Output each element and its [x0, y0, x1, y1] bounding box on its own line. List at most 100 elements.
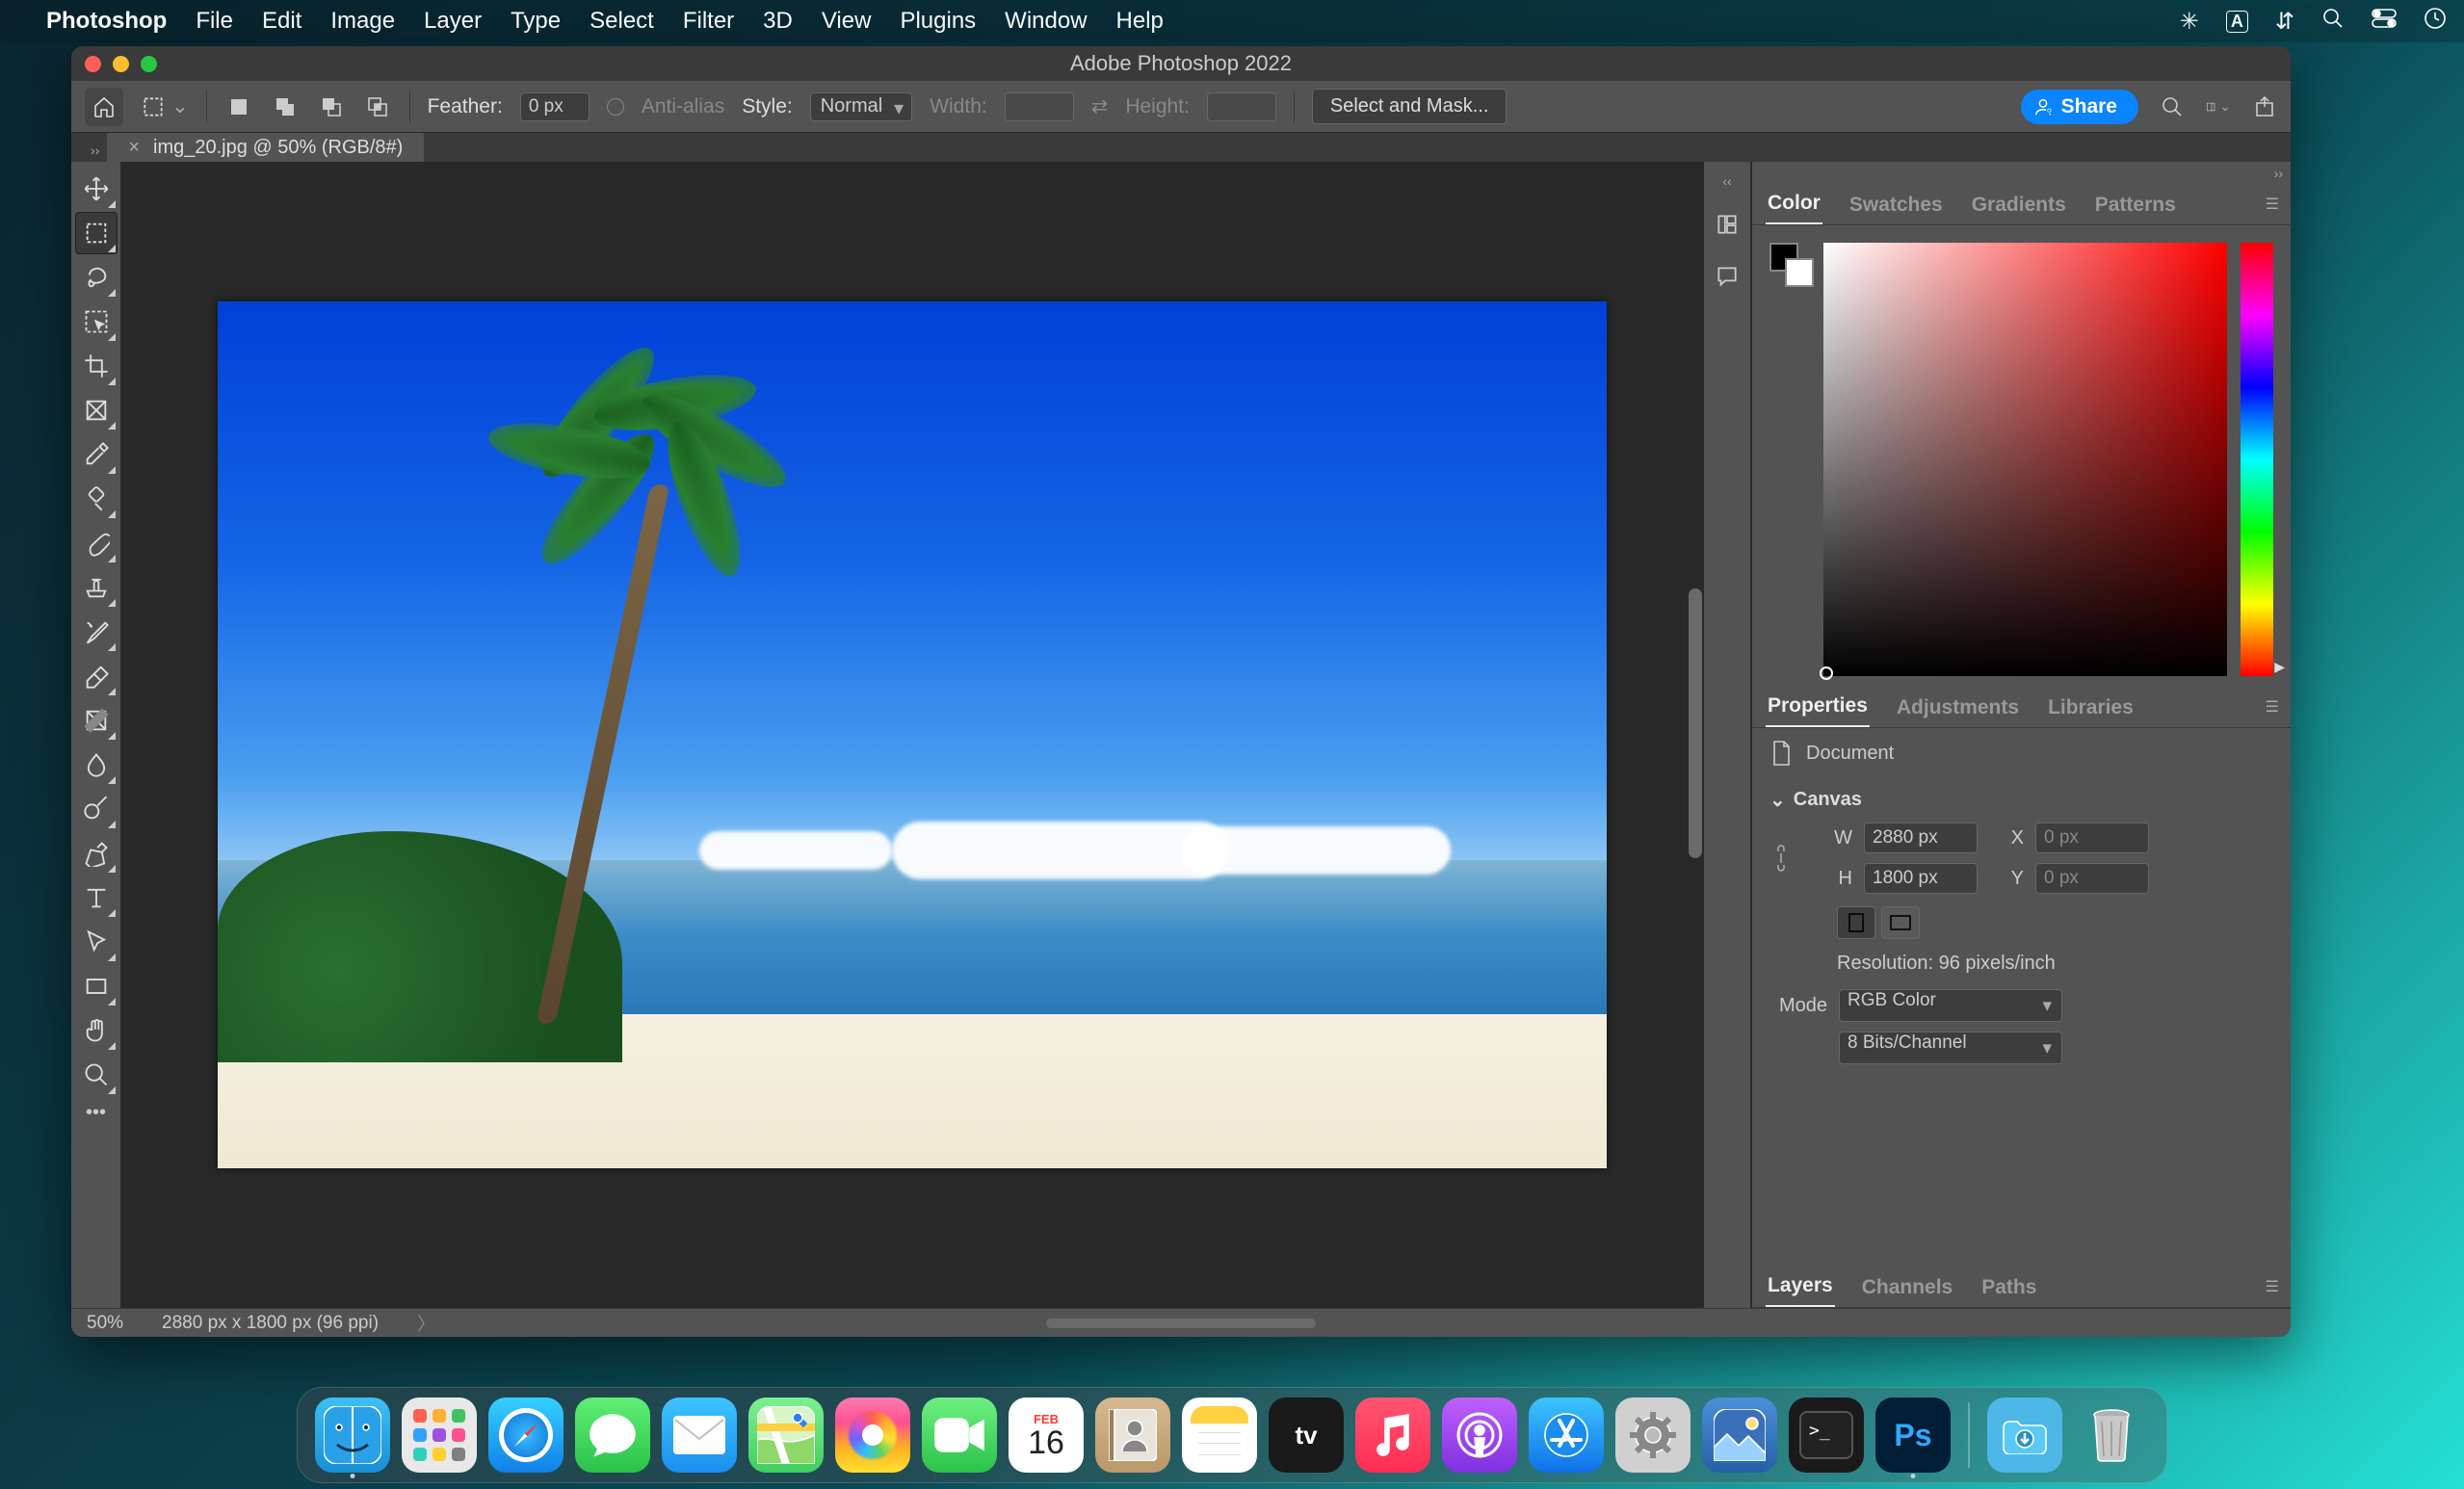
dock-mail[interactable] [662, 1398, 737, 1473]
foreground-background-swatches[interactable] [1769, 243, 1810, 670]
tab-channels[interactable]: Channels [1860, 1268, 1955, 1307]
selection-add-icon[interactable] [271, 92, 300, 121]
dock-system-preferences[interactable] [1615, 1398, 1691, 1473]
tab-adjustments[interactable]: Adjustments [1895, 689, 2021, 727]
dock-podcasts[interactable] [1442, 1398, 1517, 1473]
lasso-tool[interactable] [75, 256, 118, 299]
edit-toolbar-icon[interactable]: ••• [86, 1102, 106, 1124]
tab-patterns[interactable]: Patterns [2093, 186, 2178, 224]
object-selection-tool[interactable] [75, 300, 118, 343]
menu-help[interactable]: Help [1116, 8, 1164, 35]
tab-color[interactable]: Color [1766, 184, 1822, 224]
menu-layer[interactable]: Layer [424, 8, 482, 35]
close-button[interactable] [85, 56, 101, 72]
frame-tool[interactable] [75, 389, 118, 431]
move-tool[interactable] [75, 168, 118, 210]
menu-view[interactable]: View [822, 8, 872, 35]
comments-panel-icon[interactable] [1713, 262, 1742, 291]
menubar-sync-icon[interactable]: ⇵ [2275, 8, 2294, 36]
pen-tool[interactable] [75, 832, 118, 875]
status-dimensions[interactable]: 2880 px x 1800 px (96 ppi) [162, 1313, 379, 1334]
menu-file[interactable]: File [196, 8, 233, 35]
layers-panel-menu-icon[interactable]: ☰ [2266, 1277, 2279, 1296]
menu-type[interactable]: Type [511, 8, 561, 35]
eraser-tool[interactable] [75, 655, 118, 697]
link-dimensions-icon[interactable] [1769, 841, 1793, 875]
tab-libraries[interactable]: Libraries [2046, 689, 2136, 727]
selection-intersect-icon[interactable] [363, 92, 392, 121]
status-zoom[interactable]: 50% [87, 1313, 123, 1334]
bit-depth-select[interactable]: 8 Bits/Channel [1839, 1032, 2062, 1064]
path-selection-tool[interactable] [75, 921, 118, 963]
dock-appstore[interactable] [1529, 1398, 1604, 1473]
selection-new-icon[interactable] [224, 92, 253, 121]
dock-trash[interactable] [2074, 1398, 2149, 1473]
menubar-clock-icon[interactable] [2424, 7, 2447, 37]
tool-preset-picker[interactable]: ⌄ [141, 94, 189, 119]
search-icon[interactable] [2160, 94, 2185, 119]
maximize-button[interactable] [141, 56, 157, 72]
dock-facetime[interactable] [922, 1398, 997, 1473]
dock-photos[interactable] [835, 1398, 910, 1473]
menu-filter[interactable]: Filter [683, 8, 734, 35]
color-panel-menu-icon[interactable]: ☰ [2266, 195, 2279, 214]
minimize-button[interactable] [113, 56, 129, 72]
type-tool[interactable] [75, 876, 118, 919]
dock-terminal[interactable]: >_ [1789, 1398, 1864, 1473]
brush-tool[interactable] [75, 522, 118, 564]
tab-overflow-left-icon[interactable]: ›› [83, 139, 107, 162]
color-field[interactable] [1823, 243, 2227, 676]
dock-calendar[interactable]: FEB16 [1009, 1398, 1084, 1473]
hue-slider[interactable]: ▶ [2241, 243, 2273, 676]
menu-3d[interactable]: 3D [763, 8, 793, 35]
select-and-mask-button[interactable]: Select and Mask... [1312, 89, 1507, 124]
eyedropper-tool[interactable] [75, 433, 118, 476]
menubar-app-name[interactable]: Photoshop [46, 8, 167, 35]
menubar-input-icon[interactable]: A [2226, 11, 2248, 33]
horizontal-scrollbar[interactable] [1046, 1319, 1316, 1328]
hand-tool[interactable] [75, 1009, 118, 1052]
dodge-tool[interactable] [75, 788, 118, 830]
orientation-portrait-button[interactable] [1837, 906, 1875, 939]
home-button[interactable] [85, 88, 123, 126]
orientation-landscape-button[interactable] [1881, 906, 1920, 939]
workspace-switcher-icon[interactable]: ⌄ [2206, 94, 2231, 119]
color-mode-select[interactable]: RGB Color [1839, 989, 2062, 1022]
dock-launchpad[interactable] [402, 1398, 477, 1473]
dock-music[interactable] [1355, 1398, 1430, 1473]
feather-input[interactable] [520, 92, 590, 121]
export-icon[interactable] [2252, 94, 2277, 119]
gradient-tool[interactable] [75, 699, 118, 742]
menu-select[interactable]: Select [590, 8, 654, 35]
tab-paths[interactable]: Paths [1979, 1268, 2038, 1307]
tab-close-icon[interactable]: × [128, 137, 140, 159]
tab-properties[interactable]: Properties [1766, 687, 1870, 727]
menu-plugins[interactable]: Plugins [900, 8, 976, 35]
background-color-swatch[interactable] [1785, 258, 1814, 287]
canvas-width-input[interactable] [1864, 823, 1978, 853]
healing-brush-tool[interactable] [75, 478, 118, 520]
zoom-tool[interactable] [75, 1054, 118, 1096]
canvas-vertical-scrollbar[interactable] [1688, 297, 1703, 1269]
control-center-icon[interactable] [2372, 8, 2397, 35]
status-chevron-icon[interactable]: 〉 [417, 1310, 435, 1336]
style-select[interactable]: Normal [810, 92, 912, 121]
dock-photoshop[interactable]: Ps [1875, 1398, 1951, 1473]
clone-stamp-tool[interactable] [75, 566, 118, 609]
canvas-section-header[interactable]: ⌄Canvas [1769, 782, 2273, 818]
crop-tool[interactable] [75, 345, 118, 387]
dock-messages[interactable] [575, 1398, 650, 1473]
dock-safari[interactable] [488, 1398, 564, 1473]
menubar-bug-icon[interactable]: ✳ [2180, 8, 2199, 36]
dock-collapse-icon[interactable]: ‹‹ [1715, 170, 1739, 193]
history-panel-icon[interactable] [1713, 210, 1742, 239]
tab-swatches[interactable]: Swatches [1848, 186, 1945, 224]
selection-subtract-icon[interactable] [317, 92, 346, 121]
dock-finder[interactable] [315, 1398, 390, 1473]
document-tab[interactable]: × img_20.jpg @ 50% (RGB/8#) [107, 133, 424, 162]
spotlight-icon[interactable] [2321, 7, 2345, 37]
properties-panel-menu-icon[interactable]: ☰ [2266, 697, 2279, 717]
dock-maps[interactable] [748, 1398, 824, 1473]
tab-layers[interactable]: Layers [1766, 1267, 1835, 1307]
menu-image[interactable]: Image [330, 8, 395, 35]
